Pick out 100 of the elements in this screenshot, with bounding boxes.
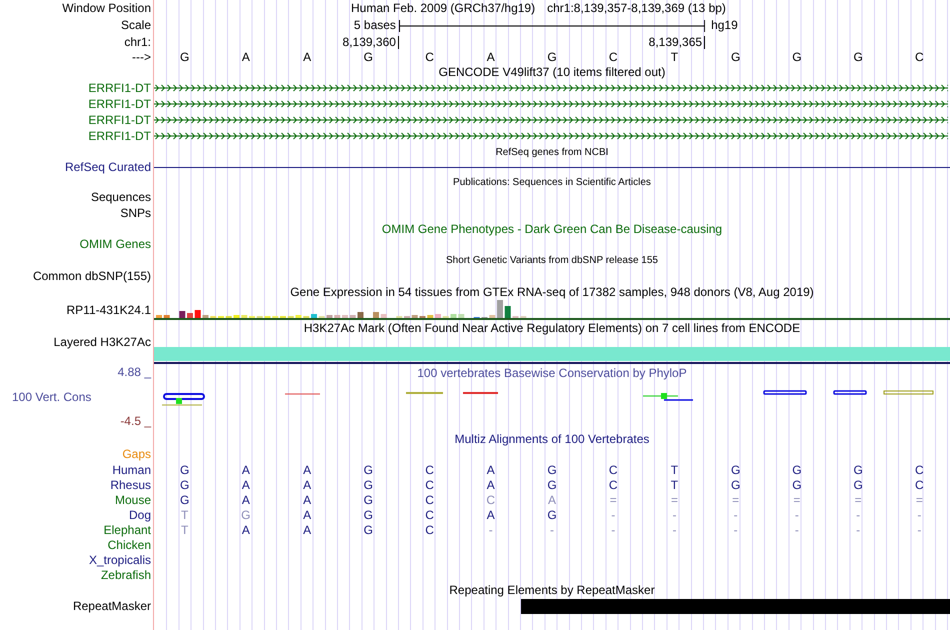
aligned-base: C bbox=[486, 494, 496, 506]
aligned-base: G bbox=[547, 464, 557, 476]
track-label[interactable]: ERRFI1-DT bbox=[88, 82, 151, 94]
aligned-base: - bbox=[488, 524, 493, 536]
track-label[interactable]: OMIM Genes bbox=[80, 238, 151, 252]
aligned-base: - bbox=[611, 508, 616, 522]
axis-max-label: 4.88 _ bbox=[118, 366, 151, 379]
aligned-base: A bbox=[486, 478, 495, 492]
base-letter: T bbox=[670, 50, 678, 64]
track-label[interactable]: Rhesus bbox=[110, 478, 151, 492]
position-text: chr1:8,139,357-8,139,369 (13 bp) bbox=[547, 2, 726, 15]
coordinate-label: 8,139,360 bbox=[342, 36, 399, 48]
track-title: Repeating Elements by RepeatMasker bbox=[449, 584, 655, 597]
aligned-base: G bbox=[364, 494, 373, 506]
aligned-base: = bbox=[610, 494, 617, 506]
aligned-base: A bbox=[303, 478, 312, 492]
aligned-base: = bbox=[854, 494, 862, 506]
base-letter: A bbox=[242, 50, 250, 64]
gene-strand-drawing[interactable] bbox=[154, 132, 948, 140]
aligned-base: A bbox=[548, 494, 556, 506]
aligned-base: C bbox=[608, 478, 618, 492]
track-title: H3K27Ac Mark (Often Found Near Active Regulatory Elements) on 7 cell lines from ENCODE bbox=[304, 322, 800, 334]
track-title: OMIM Gene Phenotypes - Dark Green Can Be Disease-causing bbox=[382, 222, 722, 236]
aligned-base: C bbox=[915, 478, 924, 492]
track-label[interactable]: ERRFI1-DT bbox=[88, 98, 151, 110]
assembly-label: hg19 bbox=[711, 19, 739, 32]
aligned-base: A bbox=[242, 464, 250, 476]
aligned-base: G bbox=[180, 478, 190, 492]
base-letter: C bbox=[608, 50, 618, 64]
aligned-base: G bbox=[241, 508, 250, 522]
aligned-base: T bbox=[670, 478, 678, 492]
track-label[interactable]: 100 Vert. Cons bbox=[0, 390, 92, 404]
aligned-base: C bbox=[425, 524, 434, 536]
aligned-base: A bbox=[242, 494, 250, 506]
aligned-base: = bbox=[732, 494, 740, 506]
track-title: Gene Expression in 54 tissues from GTEx RNA-seq of 17382 samples, 948 donors (V8, Aug 2019) bbox=[290, 286, 814, 298]
aligned-base: = bbox=[916, 494, 923, 506]
aligned-base: - bbox=[856, 524, 860, 536]
aligned-base: T bbox=[180, 508, 188, 522]
aligned-base: G bbox=[547, 508, 557, 522]
aligned-base: - bbox=[856, 508, 860, 522]
aligned-base: = bbox=[670, 494, 678, 506]
track-label[interactable]: Human bbox=[112, 464, 151, 476]
aligned-base: A bbox=[486, 508, 495, 522]
aligned-base: A bbox=[242, 524, 250, 536]
aligned-base: C bbox=[425, 494, 434, 506]
aligned-base: A bbox=[486, 464, 495, 476]
aligned-base: G bbox=[364, 508, 373, 522]
gene-strand-drawing[interactable] bbox=[154, 100, 948, 108]
base-letter: A bbox=[486, 50, 495, 64]
gene-strand-drawing[interactable] bbox=[154, 84, 948, 92]
row-label: Scale bbox=[120, 19, 151, 32]
track-label[interactable]: ERRFI1-DT bbox=[88, 130, 151, 142]
track-title: Publications: Sequences in Scientific Articles bbox=[453, 176, 651, 188]
track-label[interactable]: Common dbSNP(155) bbox=[32, 270, 151, 283]
track-label[interactable]: Chicken bbox=[108, 538, 151, 552]
strand-label: ---> bbox=[132, 50, 151, 64]
aligned-base: G bbox=[180, 464, 190, 476]
track-label[interactable]: RepeatMasker bbox=[72, 600, 151, 613]
track-title: Short Genetic Variants from dbSNP release 155 bbox=[446, 254, 658, 267]
track-label[interactable]: Zebrafish bbox=[100, 568, 151, 582]
track-label[interactable]: ERRFI1-DT bbox=[88, 114, 151, 126]
track-label[interactable]: Layered H3K27Ac bbox=[54, 336, 151, 349]
aligned-base: A bbox=[303, 524, 312, 536]
track-title: Multiz Alignments of 100 Vertebrates bbox=[454, 432, 650, 446]
track-label[interactable]: Mouse bbox=[114, 494, 151, 506]
aligned-base: - bbox=[734, 524, 738, 536]
row-label: chr1: bbox=[124, 36, 151, 48]
track-label[interactable]: RP11-431K24.1 bbox=[66, 304, 151, 316]
track-label[interactable]: Elephant bbox=[104, 524, 151, 536]
aligned-base: G bbox=[364, 478, 373, 492]
aligned-base: G bbox=[792, 464, 802, 476]
aligned-base: - bbox=[917, 524, 922, 536]
track-label[interactable]: X_tropicalis bbox=[88, 554, 151, 566]
track-label[interactable]: RefSeq Curated bbox=[64, 160, 151, 174]
base-letter: G bbox=[853, 50, 863, 64]
aligned-base: - bbox=[734, 508, 738, 522]
aligned-base: C bbox=[915, 464, 924, 476]
aligned-base: G bbox=[853, 478, 863, 492]
aligned-base: G bbox=[731, 478, 740, 492]
row-label: Window Position bbox=[62, 2, 151, 15]
track-title: GENCODE V49lift37 (10 items filtered out) bbox=[438, 66, 666, 78]
aligned-base: - bbox=[794, 508, 799, 522]
aligned-base: A bbox=[303, 494, 312, 506]
track-title: RefSeq genes from NCBI bbox=[496, 146, 608, 158]
track-label[interactable]: Dog bbox=[128, 508, 151, 522]
track-label[interactable]: Sequences bbox=[90, 191, 151, 204]
base-letter: G bbox=[364, 50, 373, 64]
aligned-base: - bbox=[611, 524, 616, 536]
base-letter: G bbox=[731, 50, 740, 64]
gene-strand-drawing[interactable] bbox=[154, 116, 948, 124]
aligned-base: A bbox=[303, 464, 312, 476]
track-label[interactable]: SNPs bbox=[120, 206, 151, 220]
aligned-base: G bbox=[364, 524, 373, 536]
aligned-base: - bbox=[917, 508, 922, 522]
aligned-base: T bbox=[180, 524, 188, 536]
gene-line[interactable] bbox=[154, 166, 950, 168]
aligned-base: G bbox=[731, 464, 740, 476]
repeat-element[interactable] bbox=[520, 598, 950, 614]
aligned-base: - bbox=[672, 508, 676, 522]
